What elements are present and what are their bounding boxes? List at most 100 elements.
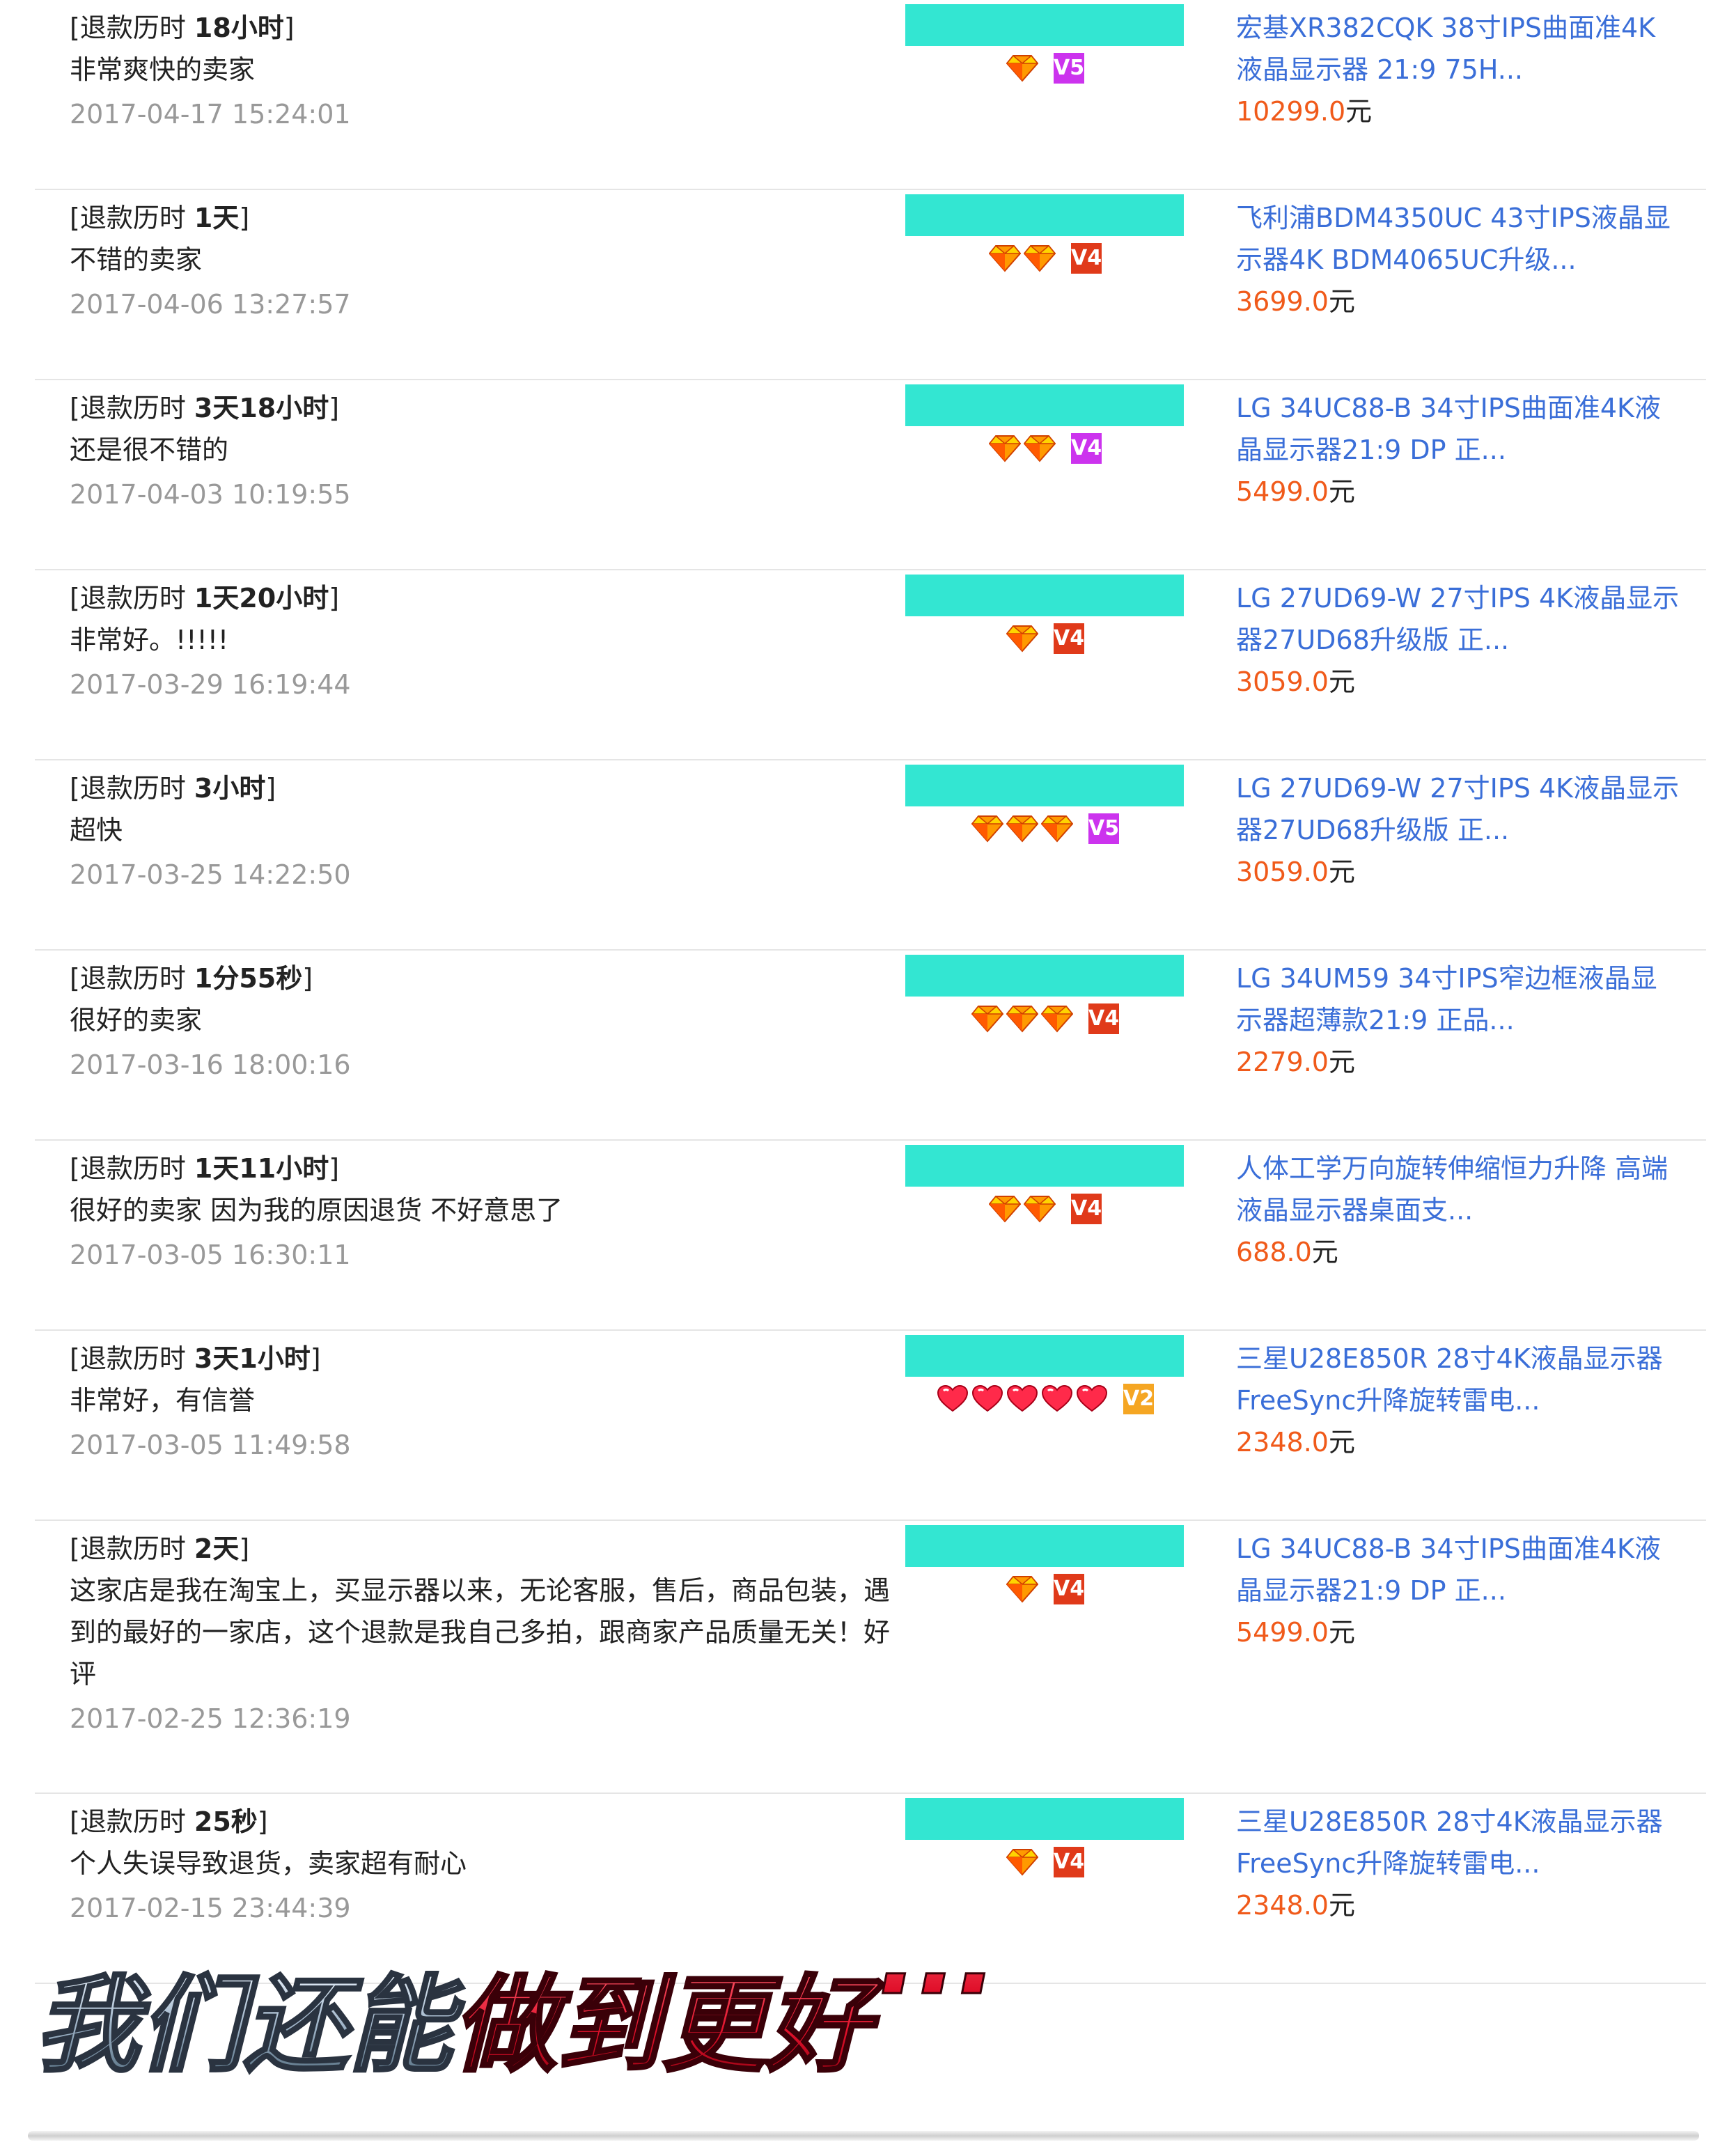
refund-duration: [退款历时 2天]	[70, 1528, 905, 1570]
buyer-info: V4	[905, 1798, 1184, 1883]
refund-duration: [退款历时 3天18小时]	[70, 387, 905, 429]
refund-label: [退款历时	[70, 963, 194, 994]
bottom-divider	[28, 2131, 1699, 2141]
currency-unit: 元	[1328, 286, 1355, 317]
review-content: [退款历时 25秒] 个人失误导致退货，卖家超有耐心 2017-02-15 23:4…	[70, 1801, 905, 1929]
buyer-info: V4	[905, 194, 1184, 279]
refund-label-end: ]	[329, 1153, 340, 1184]
product-info: 宏基XR382CQK 38寸IPS曲面准4K液晶显示器 21:9 75H... 1…	[1236, 7, 1682, 132]
product-link[interactable]: LG 27UD69-W 27寸IPS 4K液晶显示器27UD68升级版 正...	[1236, 577, 1682, 661]
product-link[interactable]: 三星U28E850R 28寸4K液晶显示器FreeSync升降旋转雷电...	[1236, 1338, 1682, 1421]
buyer-name-mask	[905, 384, 1184, 426]
v4-purple-badge-icon: V4	[1071, 433, 1102, 464]
product-price-line: 688.0元	[1236, 1231, 1682, 1273]
product-info: 三星U28E850R 28寸4K液晶显示器FreeSync升降旋转雷电... 23…	[1236, 1801, 1682, 1926]
refund-label-end: ]	[257, 1806, 268, 1837]
refund-label: [退款历时	[70, 1153, 194, 1184]
buyer-name-mask	[905, 1335, 1184, 1377]
product-link[interactable]: 人体工学万向旋转伸缩恒力升降 高端液晶显示器桌面支...	[1236, 1148, 1682, 1231]
diamond-icon	[1023, 244, 1056, 272]
review-content: [退款历时 1天11小时] 很好的卖家 因为我的原因退货 不好意思了 2017-03…	[70, 1148, 905, 1276]
review-date: 2017-02-15 23:44:39	[70, 1893, 351, 1923]
v4-red-badge-icon: V4	[1054, 1847, 1084, 1877]
v4-red-badge-icon: V4	[1071, 243, 1102, 274]
review-comment: 这家店是我在淘宝上，买显示器以来，无论客服，售后，商品包装，遇到的最好的一家店，…	[70, 1575, 891, 1689]
product-price-line: 3059.0元	[1236, 661, 1682, 703]
product-price-line: 2348.0元	[1236, 1421, 1682, 1463]
review-date: 2017-03-29 16:19:44	[70, 669, 351, 700]
buyer-credit-badges: V5	[905, 813, 1184, 850]
product-link[interactable]: LG 34UM59 34寸IPS窄边框液晶显示器超薄款21:9 正品...	[1236, 958, 1682, 1041]
heart-icon	[1076, 1384, 1108, 1413]
product-price-line: 10299.0元	[1236, 91, 1682, 132]
refund-duration-value: 2天	[194, 1533, 240, 1564]
refund-label: [退款历时	[70, 1806, 194, 1837]
review-content: [退款历时 1分55秒] 很好的卖家 2017-03-16 18:00:16	[70, 958, 905, 1086]
review-date: 2017-04-06 13:27:57	[70, 289, 351, 320]
refund-duration: [退款历时 1天]	[70, 197, 905, 239]
product-price-line: 3699.0元	[1236, 281, 1682, 322]
buyer-name-mask	[905, 1525, 1184, 1567]
buyer-credit-badges: V2	[905, 1384, 1184, 1420]
review-comment: 非常好。!!!!!	[70, 625, 229, 655]
heart-icon	[1006, 1384, 1038, 1413]
product-link[interactable]: 飞利浦BDM4350UC 43寸IPS液晶显示器4K BDM4065UC升级..…	[1236, 197, 1682, 281]
review-content: [退款历时 3天18小时] 还是很不错的 2017-04-03 10:19:55	[70, 387, 905, 515]
product-price-line: 5499.0元	[1236, 1611, 1682, 1653]
refund-label: [退款历时	[70, 773, 194, 804]
v4-red-badge-icon: V4	[1054, 1574, 1084, 1604]
v4-red-badge-icon: V4	[1054, 623, 1084, 654]
buyer-name-mask	[905, 575, 1184, 616]
review-content: [退款历时 1天20小时] 非常好。!!!!! 2017-03-29 16:19:4…	[70, 577, 905, 705]
review-row: [退款历时 1天20小时] 非常好。!!!!! 2017-03-29 16:19:4…	[35, 570, 1706, 760]
buyer-info: V5	[905, 765, 1184, 850]
refund-label-end: ]	[310, 1343, 321, 1374]
product-info: 飞利浦BDM4350UC 43寸IPS液晶显示器4K BDM4065UC升级..…	[1236, 197, 1682, 322]
product-price: 3059.0	[1236, 666, 1329, 697]
product-info: 三星U28E850R 28寸4K液晶显示器FreeSync升降旋转雷电... 23…	[1236, 1338, 1682, 1463]
buyer-info: V4	[905, 955, 1184, 1040]
review-comment: 超快	[70, 815, 123, 845]
diamond-icon	[1006, 1005, 1039, 1033]
review-row: [退款历时 3天1小时] 非常好，有信誉 2017-03-05 11:49:58 V2…	[35, 1331, 1706, 1521]
refund-label: [退款历时	[70, 203, 194, 233]
review-row: [退款历时 3小时] 超快 2017-03-25 14:22:50 V5 LG 27UD…	[35, 760, 1706, 951]
v2-orange-badge-icon: V2	[1123, 1384, 1154, 1414]
refund-duration: [退款历时 3小时]	[70, 767, 905, 809]
refund-duration-value: 1分55秒	[194, 963, 303, 994]
product-info: LG 34UM59 34寸IPS窄边框液晶显示器超薄款21:9 正品... 227…	[1236, 958, 1682, 1083]
buyer-credit-badges: V4	[905, 1003, 1184, 1040]
diamond-icon	[1023, 435, 1056, 462]
currency-unit: 元	[1328, 476, 1355, 507]
refund-label-end: ]	[239, 203, 250, 233]
product-price-line: 2348.0元	[1236, 1884, 1682, 1926]
review-content: [退款历时 3天1小时] 非常好，有信誉 2017-03-05 11:49:58	[70, 1338, 905, 1466]
buyer-info: V5	[905, 4, 1184, 89]
product-link[interactable]: 三星U28E850R 28寸4K液晶显示器FreeSync升降旋转雷电...	[1236, 1801, 1682, 1884]
currency-unit: 元	[1345, 96, 1373, 127]
product-link[interactable]: 宏基XR382CQK 38寸IPS曲面准4K液晶显示器 21:9 75H...	[1236, 7, 1682, 91]
refund-duration-value: 1天	[194, 203, 240, 233]
v5-purple-badge-icon: V5	[1054, 53, 1084, 84]
product-price: 3699.0	[1236, 286, 1329, 317]
product-price-line: 5499.0元	[1236, 471, 1682, 513]
product-link[interactable]: LG 34UC88-B 34寸IPS曲面准4K液晶显示器21:9 DP 正...	[1236, 1528, 1682, 1611]
refund-duration-value: 3天1小时	[194, 1343, 311, 1374]
refund-duration-value: 1天20小时	[194, 583, 329, 614]
slogan-part1: 我们还能	[35, 1965, 464, 2086]
product-link[interactable]: LG 27UD69-W 27寸IPS 4K液晶显示器27UD68升级版 正...	[1236, 767, 1682, 851]
buyer-credit-badges: V4	[905, 243, 1184, 279]
review-comment: 非常爽快的卖家	[70, 54, 256, 85]
buyer-info: V4	[905, 575, 1184, 659]
refund-label: [退款历时	[70, 1343, 194, 1374]
review-comment: 很好的卖家	[70, 1005, 203, 1036]
review-row: [退款历时 1分55秒] 很好的卖家 2017-03-16 18:00:16 V4 LG…	[35, 951, 1706, 1141]
diamond-icon	[1040, 815, 1074, 843]
buyer-name-mask	[905, 194, 1184, 236]
refund-label: [退款历时	[70, 393, 194, 423]
refund-duration-value: 3小时	[194, 773, 266, 804]
product-link[interactable]: LG 34UC88-B 34寸IPS曲面准4K液晶显示器21:9 DP 正...	[1236, 387, 1682, 471]
product-price: 5499.0	[1236, 476, 1329, 507]
diamond-icon	[1006, 1575, 1039, 1603]
product-info: LG 27UD69-W 27寸IPS 4K液晶显示器27UD68升级版 正...…	[1236, 767, 1682, 893]
